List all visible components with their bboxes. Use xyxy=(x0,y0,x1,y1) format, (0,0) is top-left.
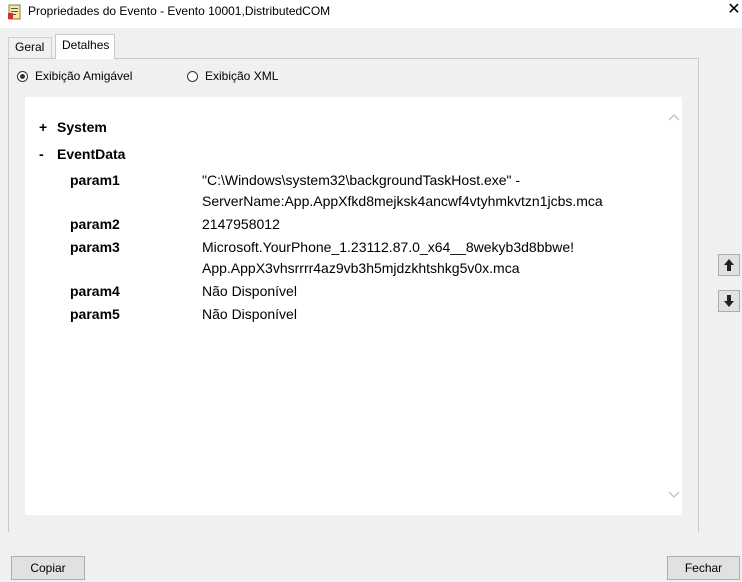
window-title: Propriedades do Evento - Evento 10001,Di… xyxy=(28,4,331,18)
param-value: Não Disponível xyxy=(202,283,297,299)
tree-node-eventdata[interactable]: - EventData xyxy=(39,145,125,163)
details-tab-panel: Exibição Amigável Exibição XML + System -… xyxy=(8,58,699,532)
tab-detalhes-label: Detalhes xyxy=(62,38,110,52)
friendly-view-label[interactable]: Exibição Amigável xyxy=(35,69,132,83)
tree-node-label: EventData xyxy=(57,146,126,162)
panel-margin xyxy=(9,97,25,515)
tree-node-label: System xyxy=(57,119,107,135)
param-value: Não Disponível xyxy=(202,306,297,322)
arrow-up-icon xyxy=(724,259,734,271)
previous-event-button[interactable] xyxy=(718,254,740,276)
tab-geral-label: Geral xyxy=(15,40,45,54)
param-value: Microsoft.YourPhone_1.23112.87.0_x64__8w… xyxy=(202,239,575,255)
title-bar: Propriedades do Evento - Evento 10001,Di… xyxy=(0,0,742,28)
param-name: param1 xyxy=(70,172,120,188)
param-name: param4 xyxy=(70,283,120,299)
tab-detalhes[interactable]: Detalhes xyxy=(55,34,115,59)
panel-margin xyxy=(682,97,698,515)
friendly-view-radio[interactable] xyxy=(17,71,28,82)
event-viewer-icon xyxy=(8,4,21,20)
expand-toggle[interactable]: + xyxy=(39,118,57,136)
param-value: "C:\Windows\system32\backgroundTaskHost.… xyxy=(202,172,521,188)
xml-view-label[interactable]: Exibição XML xyxy=(205,69,278,83)
arrow-down-icon xyxy=(724,295,734,307)
scroll-down-chevron-icon[interactable] xyxy=(668,490,680,500)
param-name: param3 xyxy=(70,239,120,255)
param-value: App.AppX3vhsrrrr4az9vb3h5mjdzkhtshkg5v0x… xyxy=(202,260,520,276)
panel-margin xyxy=(9,515,698,532)
param-value: 2147958012 xyxy=(202,216,280,232)
close-button[interactable]: Fechar xyxy=(667,556,740,580)
close-window-icon[interactable]: ✕ xyxy=(726,1,742,19)
tab-geral[interactable]: Geral xyxy=(8,37,52,58)
param-name: param2 xyxy=(70,216,120,232)
param-name: param5 xyxy=(70,306,120,322)
view-mode-selector: Exibição Amigável Exibição XML xyxy=(9,59,698,97)
next-event-button[interactable] xyxy=(718,290,740,312)
tree-node-system[interactable]: + System xyxy=(39,118,107,136)
xml-view-radio[interactable] xyxy=(187,71,198,82)
copy-button[interactable]: Copiar xyxy=(11,556,85,580)
param-value: ServerName:App.AppXfkd8mejksk4ancwf4vtyh… xyxy=(202,193,603,209)
collapse-toggle[interactable]: - xyxy=(39,145,57,163)
event-details-view[interactable]: + System - EventData param1 "C:\Windows\sy… xyxy=(25,98,682,515)
scroll-up-chevron-icon[interactable] xyxy=(668,112,680,122)
